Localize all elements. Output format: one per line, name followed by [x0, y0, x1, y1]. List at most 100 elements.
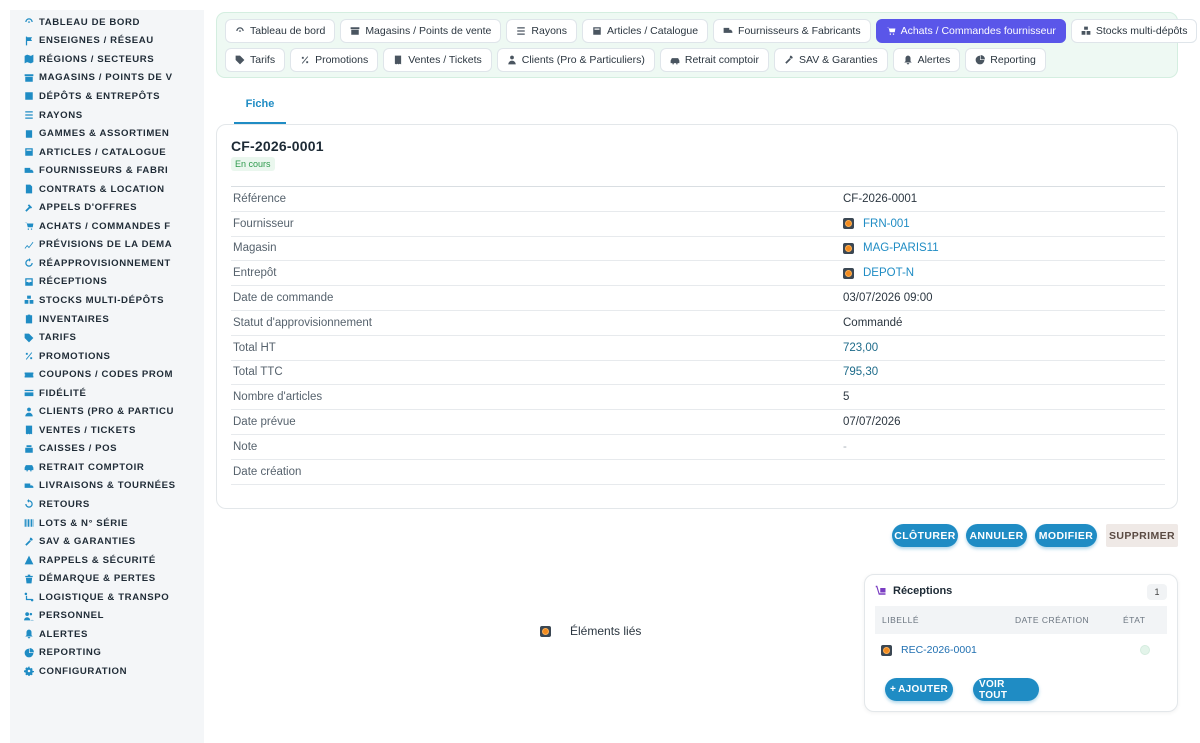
sidebar-item[interactable]: Fidélité: [10, 384, 204, 403]
warning-icon: [24, 555, 33, 565]
tab-fiche[interactable]: Fiche: [234, 90, 286, 124]
sidebar-item[interactable]: Ventes / Tickets: [10, 421, 204, 440]
sidebar-item-label: Appels d'offres: [39, 202, 138, 214]
module-tab[interactable]: SAV & Garanties: [773, 48, 888, 72]
field-row: Nombre d'articles 5: [231, 385, 1165, 411]
edit-button[interactable]: Modifier: [1035, 524, 1097, 547]
sidebar-item-label: Réceptions: [39, 276, 108, 288]
sidebar-item[interactable]: Alertes: [10, 625, 204, 644]
col-state[interactable]: État: [1123, 615, 1167, 625]
sidebar-item[interactable]: SAV & Garanties: [10, 532, 204, 551]
field-row: Date création: [231, 460, 1165, 485]
sidebar-item[interactable]: Magasins / Points de v: [10, 69, 204, 88]
sidebar-item[interactable]: Rayons: [10, 106, 204, 125]
sidebar-item[interactable]: Clients (Pro & Particu: [10, 402, 204, 421]
field-link[interactable]: FRN-001: [863, 218, 910, 230]
sidebar-item[interactable]: Appels d'offres: [10, 198, 204, 217]
sidebar-item[interactable]: Inventaires: [10, 310, 204, 329]
cancel-button[interactable]: Annuler: [966, 524, 1027, 547]
module-tab[interactable]: Retrait comptoir: [659, 48, 769, 72]
module-tab[interactable]: Fournisseurs & Fabricants: [713, 19, 871, 43]
module-tab[interactable]: Clients (Pro & Particuliers): [496, 48, 655, 72]
module-tab[interactable]: Reporting: [965, 48, 1046, 72]
col-label[interactable]: Libellé: [875, 615, 1015, 625]
module-tab[interactable]: Tableau de bord: [225, 19, 336, 43]
add-button[interactable]: + Ajouter: [885, 678, 953, 701]
sidebar-item[interactable]: Promotions: [10, 347, 204, 366]
sidebar-item[interactable]: Retrait comptoir: [10, 458, 204, 477]
field-link[interactable]: DEPOT-N: [863, 267, 914, 279]
field-label: Magasin: [233, 242, 277, 255]
sidebar-item[interactable]: Tarifs: [10, 328, 204, 347]
sidebar-item[interactable]: Articles / Catalogue: [10, 143, 204, 162]
sidebar-item[interactable]: Contrats & Location: [10, 180, 204, 199]
sidebar-item[interactable]: Configuration: [10, 662, 204, 681]
delete-button[interactable]: Supprimer: [1106, 524, 1178, 547]
tools-icon: [23, 536, 34, 547]
field-value: MAG-PARIS11: [843, 242, 1165, 254]
sidebar-item-label: Régions / Secteurs: [39, 53, 155, 65]
map-icon: [23, 54, 34, 65]
sidebar-item[interactable]: Lots & N° série: [10, 514, 204, 533]
field-link[interactable]: MAG-PARIS11: [863, 242, 939, 254]
sidebar-item-label: Tarifs: [39, 332, 77, 344]
tools-icon: [785, 55, 793, 64]
sidebar-item-label: Achats / Commandes F: [39, 220, 171, 232]
sidebar-item[interactable]: Réceptions: [10, 273, 204, 292]
sidebar-item[interactable]: Démarque & Pertes: [10, 569, 204, 588]
sidebar-item[interactable]: Personnel: [10, 607, 204, 626]
sidebar-item-label: Inventaires: [39, 313, 110, 325]
sidebar-item-label: Fidélité: [39, 387, 87, 399]
sidebar-item[interactable]: Stocks multi-dépôts: [10, 291, 204, 310]
sidebar-item[interactable]: Reporting: [10, 644, 204, 663]
module-tab[interactable]: Promotions: [290, 48, 379, 72]
object-icon: [843, 267, 854, 279]
sidebar-item[interactable]: Logistique & Transpo: [10, 588, 204, 607]
plus-icon: +: [889, 684, 897, 695]
sidebar-item[interactable]: Prévisions de la dema: [10, 236, 204, 255]
sidebar-item[interactable]: Régions / Secteurs: [10, 50, 204, 69]
sidebar-item[interactable]: Tableau de bord: [10, 13, 204, 32]
user-icon: [508, 55, 516, 65]
view-all-button[interactable]: Voir tout: [973, 678, 1039, 701]
sidebar-item[interactable]: Rappels & Sécurité: [10, 551, 204, 570]
sidebar-item[interactable]: Fournisseurs & Fabri: [10, 161, 204, 180]
module-tabs: Tableau de bord Magasins / Points de vent…: [216, 12, 1198, 78]
sidebar-item[interactable]: Livraisons & Tournées: [10, 477, 204, 496]
module-tab[interactable]: Tarifs: [225, 48, 286, 72]
close-button[interactable]: Clôturer: [892, 524, 958, 547]
sidebar-item-label: Magasins / Points de v: [39, 72, 173, 84]
sidebar-item-label: Configuration: [39, 665, 128, 677]
field-label: Nombre d'articles: [233, 391, 323, 404]
module-tab[interactable]: Alertes: [892, 48, 961, 72]
sidebar-item[interactable]: Dépôts & Entrepôts: [10, 87, 204, 106]
field-value: 723,00: [843, 341, 879, 354]
sidebar-item[interactable]: Retours: [10, 495, 204, 514]
catalog-icon: [24, 148, 33, 156]
module-tab[interactable]: Ventes / Tickets: [383, 48, 492, 72]
field-value: 5: [843, 391, 850, 404]
module-tab[interactable]: Rayons: [506, 19, 577, 43]
sidebar-item-label: Reporting: [39, 647, 102, 659]
sidebar-item[interactable]: Enseignes / Réseau: [10, 32, 204, 51]
field-row: Référence CF-2026-0001: [231, 187, 1165, 212]
dashboard-icon: [23, 17, 34, 28]
field-label: Date création: [233, 465, 302, 478]
col-date[interactable]: Date création: [1015, 615, 1123, 625]
cart-icon: [23, 221, 34, 232]
sidebar-item[interactable]: Réapprovisionnement: [10, 254, 204, 273]
sidebar-item[interactable]: Achats / Commandes F: [10, 217, 204, 236]
module-tab[interactable]: Articles / Catalogue: [582, 19, 709, 43]
sidebar-item[interactable]: Caisses / POS: [10, 440, 204, 459]
module-tab[interactable]: Stocks multi-dépôts: [1070, 19, 1198, 43]
reception-link[interactable]: REC-2026-0001: [901, 644, 977, 656]
module-tab[interactable]: Magasins / Points de vente: [340, 19, 502, 43]
field-value: CF-2026-0001: [843, 192, 918, 205]
sidebar-item-label: Enseignes / Réseau: [39, 35, 154, 47]
trash-icon: [23, 573, 34, 584]
sidebar-item[interactable]: Gammes & Assortimen: [10, 124, 204, 143]
module-tab[interactable]: Achats / Commandes fournisseur: [875, 19, 1066, 43]
record-title: CF-2026-0001: [231, 138, 324, 154]
dashboard-icon: [236, 27, 244, 32]
sidebar-item[interactable]: Coupons / Codes prom: [10, 365, 204, 384]
